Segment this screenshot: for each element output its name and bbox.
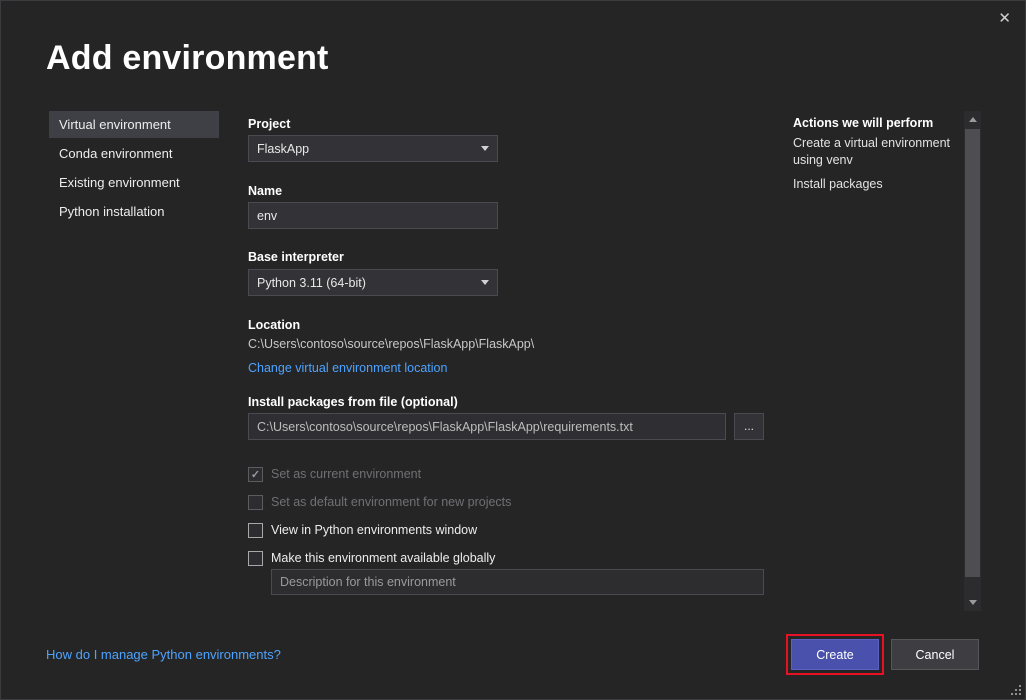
help-link[interactable]: How do I manage Python environments? bbox=[46, 647, 281, 662]
location-label: Location bbox=[248, 318, 300, 332]
sidebar-item-conda-environment[interactable]: Conda environment bbox=[49, 140, 219, 167]
cancel-button[interactable]: Cancel bbox=[891, 639, 979, 670]
checkbox-label: Set as default environment for new proje… bbox=[271, 495, 511, 509]
checkbox-make-environment-available-globally[interactable]: Make this environment available globally bbox=[248, 548, 495, 568]
sidebar-item-virtual-environment[interactable]: Virtual environment bbox=[49, 111, 219, 138]
scrollbar-thumb[interactable] bbox=[965, 129, 980, 577]
project-dropdown[interactable]: FlaskApp bbox=[248, 135, 498, 162]
checkbox-view-in-python-environments-window[interactable]: View in Python environments window bbox=[248, 520, 477, 540]
close-icon[interactable]: ✕ bbox=[998, 9, 1011, 29]
add-environment-dialog: ✕ Add environment Virtual environment Co… bbox=[0, 0, 1026, 700]
base-interpreter-label: Base interpreter bbox=[248, 250, 344, 264]
project-dropdown-value: FlaskApp bbox=[257, 142, 475, 156]
checkbox-set-as-current-environment[interactable]: Set as current environment bbox=[248, 464, 421, 484]
dialog-title: Add environment bbox=[46, 39, 329, 78]
name-label: Name bbox=[248, 184, 282, 198]
create-button[interactable]: Create bbox=[791, 639, 879, 670]
actions-panel-item: Create a virtual environment using venv bbox=[793, 135, 951, 169]
chevron-down-icon bbox=[481, 280, 489, 285]
name-input[interactable] bbox=[248, 202, 498, 229]
chevron-down-icon bbox=[481, 146, 489, 151]
change-location-link[interactable]: Change virtual environment location bbox=[248, 361, 447, 375]
install-packages-label: Install packages from file (optional) bbox=[248, 395, 458, 409]
project-label: Project bbox=[248, 117, 290, 131]
create-button-highlight: Create bbox=[786, 634, 884, 675]
actions-panel: Actions we will perform Create a virtual… bbox=[793, 116, 951, 200]
checkbox-set-as-default-environment[interactable]: Set as default environment for new proje… bbox=[248, 492, 511, 512]
checkbox-icon[interactable] bbox=[248, 523, 263, 538]
vertical-scrollbar[interactable] bbox=[964, 111, 981, 611]
browse-button[interactable]: ... bbox=[734, 413, 764, 440]
actions-panel-title: Actions we will perform bbox=[793, 116, 951, 130]
checkbox-icon[interactable] bbox=[248, 551, 263, 566]
actions-panel-item: Install packages bbox=[793, 176, 951, 193]
location-path: C:\Users\contoso\source\repos\FlaskApp\F… bbox=[248, 337, 534, 351]
checkbox-icon[interactable] bbox=[248, 467, 263, 482]
environment-type-list: Virtual environment Conda environment Ex… bbox=[49, 111, 219, 227]
description-input[interactable] bbox=[271, 569, 764, 595]
base-interpreter-dropdown-value: Python 3.11 (64-bit) bbox=[257, 276, 475, 290]
checkbox-label: Set as current environment bbox=[271, 467, 421, 481]
resize-grip-icon[interactable] bbox=[1008, 682, 1022, 696]
checkbox-label: View in Python environments window bbox=[271, 523, 477, 537]
scrollbar-up-icon[interactable] bbox=[964, 111, 981, 128]
checkbox-label: Make this environment available globally bbox=[271, 551, 495, 565]
scrollbar-down-icon[interactable] bbox=[964, 594, 981, 611]
install-packages-input[interactable] bbox=[248, 413, 726, 440]
sidebar-item-existing-environment[interactable]: Existing environment bbox=[49, 169, 219, 196]
checkbox-icon[interactable] bbox=[248, 495, 263, 510]
base-interpreter-dropdown[interactable]: Python 3.11 (64-bit) bbox=[248, 269, 498, 296]
sidebar-item-python-installation[interactable]: Python installation bbox=[49, 198, 219, 225]
